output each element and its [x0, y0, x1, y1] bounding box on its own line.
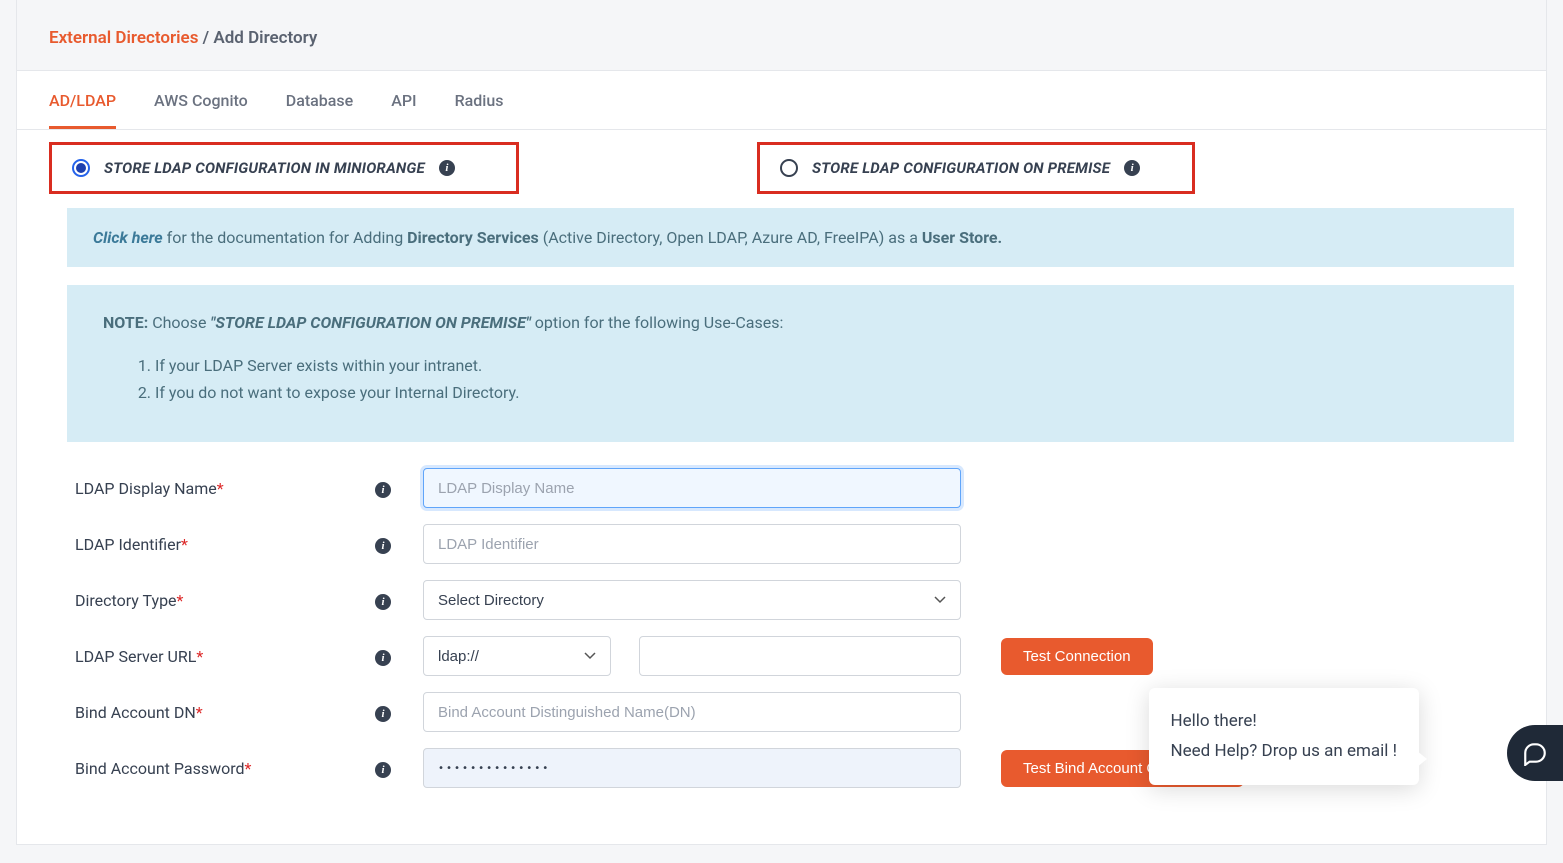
radio-store-miniorange-box[interactable]: STORE LDAP CONFIGURATION IN MINIORANGE i [49, 142, 519, 194]
tab-radius[interactable]: Radius [455, 71, 504, 129]
info-icon[interactable]: i [375, 650, 391, 666]
note-box: NOTE: Choose "STORE LDAP CONFIGURATION O… [67, 285, 1514, 442]
bind-dn-input[interactable] [423, 692, 961, 732]
chat-line-1: Hello there! [1171, 706, 1398, 737]
info-icon[interactable]: i [1124, 160, 1140, 176]
breadcrumb-current: Add Directory [213, 28, 317, 48]
tab-ad-ldap[interactable]: AD/LDAP [49, 71, 116, 129]
directory-type-select[interactable]: Select Directory [423, 580, 961, 620]
radio-store-premise[interactable] [780, 159, 798, 177]
radio-store-premise-box[interactable]: STORE LDAP CONFIGURATION ON PREMISE i [757, 142, 1195, 194]
radio-premise-label: STORE LDAP CONFIGURATION ON PREMISE [812, 159, 1110, 177]
info-icon[interactable]: i [375, 538, 391, 554]
info-icon[interactable]: i [439, 160, 455, 176]
breadcrumb-link[interactable]: External Directories [49, 28, 198, 48]
chat-popup[interactable]: Hello there! Need Help? Drop us an email… [1149, 688, 1420, 785]
label-identifier: LDAP Identifier* [75, 535, 375, 554]
bind-password-input[interactable] [423, 748, 961, 788]
info-icon[interactable]: i [375, 762, 391, 778]
tab-aws-cognito[interactable]: AWS Cognito [154, 71, 248, 129]
page-header: External Directories / Add Directory [17, 0, 1546, 71]
doc-link[interactable]: Click here [93, 228, 163, 247]
label-bind-dn: Bind Account DN* [75, 703, 375, 722]
doc-banner: Click here for the documentation for Add… [67, 208, 1514, 267]
chat-bubble-icon[interactable] [1507, 725, 1563, 781]
label-directory-type: Directory Type* [75, 591, 375, 610]
note-item-1: If your LDAP Server exists within your i… [155, 352, 1478, 379]
note-item-2: If you do not want to expose your Intern… [155, 379, 1478, 406]
tab-database[interactable]: Database [286, 71, 353, 129]
tab-api[interactable]: API [391, 71, 416, 129]
ldap-scheme-select[interactable]: ldap:// [423, 636, 611, 676]
label-bind-password: Bind Account Password* [75, 759, 375, 778]
ldap-display-name-input[interactable] [423, 468, 961, 508]
label-display-name: LDAP Display Name* [75, 479, 375, 498]
chat-line-2: Need Help? Drop us an email ! [1171, 736, 1398, 767]
ldap-host-input[interactable] [639, 636, 961, 676]
info-icon[interactable]: i [375, 594, 391, 610]
radio-store-miniorange[interactable] [72, 159, 90, 177]
breadcrumb: External Directories / Add Directory [49, 28, 1514, 48]
ldap-identifier-input[interactable] [423, 524, 961, 564]
info-icon[interactable]: i [375, 706, 391, 722]
tabs-bar: AD/LDAP AWS Cognito Database API Radius [17, 71, 1546, 130]
test-connection-button[interactable]: Test Connection [1001, 638, 1153, 675]
label-server-url: LDAP Server URL* [75, 647, 375, 666]
breadcrumb-separator: / [198, 28, 213, 48]
info-icon[interactable]: i [375, 482, 391, 498]
radio-miniorange-label: STORE LDAP CONFIGURATION IN MINIORANGE [104, 159, 425, 177]
